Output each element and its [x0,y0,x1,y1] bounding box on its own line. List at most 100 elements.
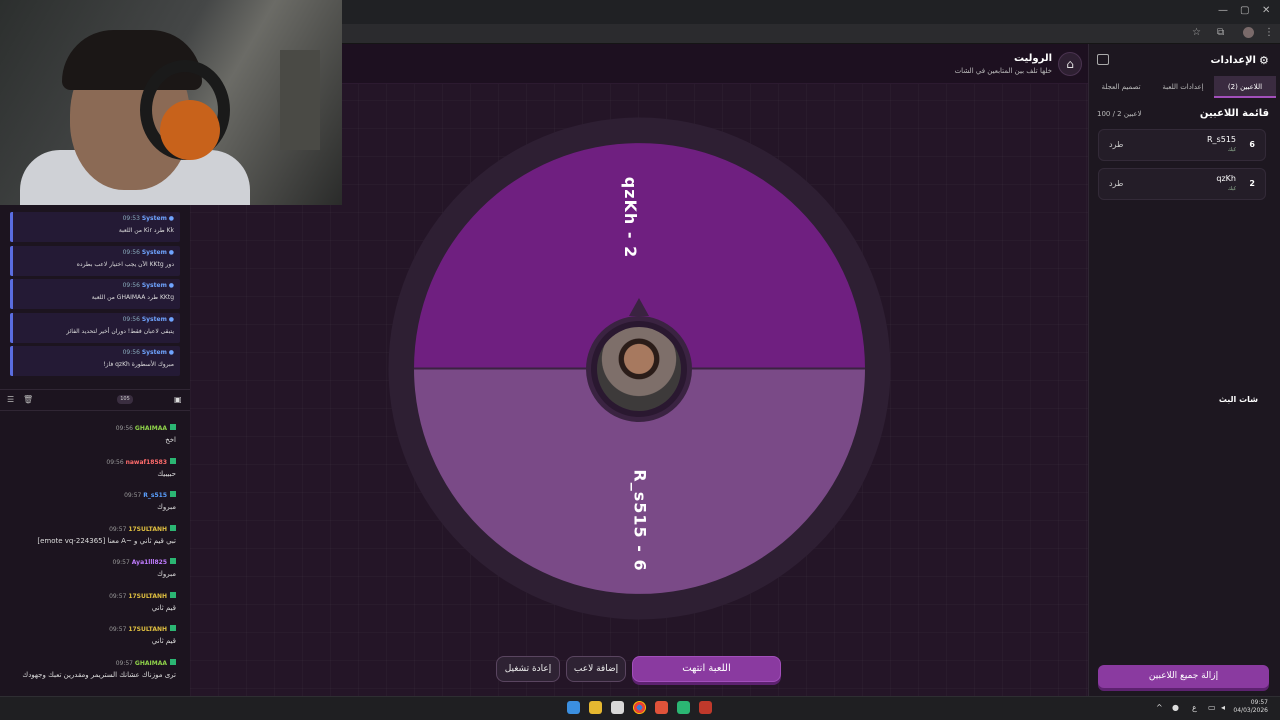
chat-message: 09:57 17SULTANH قيم ثاني [6,591,182,622]
chevron-up-icon[interactable]: ^ [1156,703,1163,712]
message-meta: 09:56 System ● [123,316,174,323]
menu-icon[interactable]: ⋮ [1264,27,1274,38]
chat-title: شات البث [1218,395,1258,404]
address-bar[interactable] [342,24,1280,44]
chat-message: 09:57 17SULTANH تبي قيم ثاني و ~A معنا [e… [6,524,182,555]
list-icon[interactable]: ☰ [7,395,14,404]
profile-avatar[interactable] [1243,27,1254,38]
message-meta: 09:57 17SULTANH [109,524,176,533]
screen: — ▢ ✕ ☆ ⧉ ⋮ ⌂ الروليت خلها تلف بين المتا… [0,0,1280,720]
message-meta: 09:56 GHAIMAA [116,424,176,432]
chat-username[interactable]: GHAIMAA [135,425,167,432]
players-list-title: قائمة اللاعبين [1199,108,1269,119]
remove-all-players-button[interactable]: إزالة جميع اللاعبين [1098,665,1269,688]
close-icon[interactable]: ✕ [1262,5,1270,16]
restore-icon[interactable]: ▢ [1240,5,1249,16]
message-text: KKtg طرد GHAIMAA من اللعبة [91,294,174,301]
settings-tabs: اللاعبين (2) إعدادات اللعبة تصميم العجلة [1090,76,1276,98]
player-platform: كيك [1227,147,1236,153]
chat-username[interactable]: nawaf18583 [126,459,167,466]
system-message: 09:56 System ● مبروك الأسطورة qzKh فاز! [10,346,180,376]
home-button[interactable]: ⌂ [1058,52,1082,76]
trash-icon[interactable]: 🗑 [23,395,33,404]
message-meta: 09:57 R_s515 [124,491,176,499]
chat-username[interactable]: R_s515 [143,492,167,499]
message-meta: 09:56 System ● [123,349,174,356]
message-time: 09:57 [112,559,130,566]
add-player-button[interactable]: إضافة لاعب [566,656,626,682]
game-over-button[interactable]: اللعبة انتهت [632,656,781,682]
page-subtitle: خلها تلف بين المتابعين في الشات [954,67,1052,75]
info-icon: ● [168,315,174,323]
info-icon: ● [168,248,174,256]
chat-message: 09:57 Aya1lll825 مبروك [6,558,182,588]
wheel-pointer [629,298,649,316]
message-text: حبيبيك [157,469,176,478]
language-indicator[interactable]: ع [1192,703,1197,712]
volume-icon[interactable]: ◂ [1221,703,1225,712]
kick-badge-icon [170,591,176,598]
info-icon: ● [168,215,174,222]
kick-badge-icon [170,524,176,531]
tab-wheel-design[interactable]: تصميم العجلة [1090,76,1152,98]
extensions-icon[interactable]: ⧉ [1217,27,1224,38]
file-explorer-icon[interactable] [589,701,602,714]
bookmark-star-icon[interactable]: ☆ [1192,27,1201,38]
chat-username[interactable]: GHAIMAA [135,660,167,667]
message-meta: 09:56 nawaf18583 [106,457,176,466]
tab-players[interactable]: اللاعبين (2) [1214,76,1276,98]
chat-message: 09:56 GHAIMAA اخخ [6,424,182,454]
webcam-overlay [0,0,342,205]
system-name: System [141,282,167,289]
tab-game-settings[interactable]: إعدادات اللعبة [1152,76,1214,98]
chat-username[interactable]: 17SULTANH [128,526,167,533]
player-number: 2 [1249,179,1255,188]
restart-button[interactable]: إعادة تشغيل [496,656,560,682]
message-text: يتبقى لاعبان فقط! دوران أخير لتحديد الفا… [66,327,174,335]
kick-badge-icon [170,457,176,464]
mic-icon[interactable]: ● [1172,703,1179,712]
avatar-image [597,327,681,411]
message-text: تبي قيم ثاني و ~A معنا [emote vq-224365] [37,536,176,545]
message-text: Kk طرد Kir من اللعبة [118,227,174,234]
message-time: 09:53 [122,215,140,222]
app-icon[interactable] [699,701,712,714]
message-text: قيم ثاني [151,637,176,645]
kick-badge-icon [170,658,176,665]
message-time: 09:56 [122,282,140,289]
kick-app-icon[interactable] [677,701,690,714]
gear-icon: ⚙ [1259,54,1269,67]
message-time: 09:56 [122,248,140,256]
message-time: 09:56 [106,458,124,466]
clock[interactable]: 09:57 04/03/2026 [1233,699,1268,715]
kick-button[interactable]: طرد [1109,179,1123,188]
message-text: قيم ثاني [151,603,176,612]
calendar-icon[interactable] [611,701,624,714]
player-card: 2 qzKh كيك طرد [1098,168,1266,200]
network-icon[interactable]: ▭ [1208,703,1216,712]
clock-time: 09:57 [1250,699,1268,706]
kick-badge-icon [170,491,176,497]
chat-username[interactable]: 17SULTANH [128,626,167,633]
player-number: 6 [1249,140,1255,149]
message-meta: 09:56 System ● [123,282,174,289]
player-name: qzKh [1216,174,1236,183]
chat-username[interactable]: Aya1lll825 [132,559,167,566]
brave-icon[interactable] [655,701,668,714]
collapse-panel-icon[interactable] [1097,54,1109,65]
start-icon[interactable] [567,701,580,714]
minimize-icon[interactable]: — [1218,5,1228,16]
browser-titlebar [342,0,1280,24]
message-meta: 09:57 17SULTANH [109,625,176,633]
background-object [280,50,320,150]
system-name: System [141,349,167,356]
chat-username[interactable]: 17SULTANH [128,593,167,600]
chrome-icon[interactable] [633,701,646,714]
kick-button[interactable]: طرد [1109,140,1123,149]
message-time: 09:57 [109,525,127,533]
wheel-label-rs515: R_s515 - 6 [630,469,650,572]
message-text: مبروك [157,503,176,511]
message-text: ترى موزناك عشانك الستريمر ومقدرين تعبك و… [22,670,176,679]
system-name: System [141,248,167,256]
message-time: 09:57 [115,659,133,667]
